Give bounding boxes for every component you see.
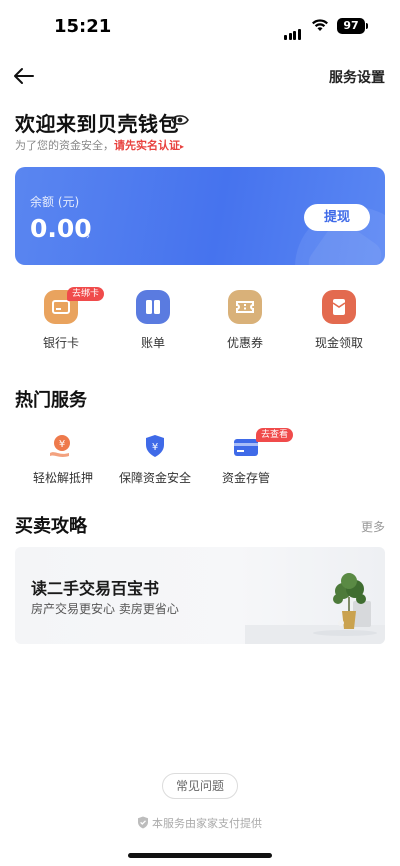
hot-item-label: 资金存管 [222, 471, 271, 485]
potted-plant-illustration [245, 573, 385, 644]
banner-title: 读二手交易百宝书 [31, 579, 160, 598]
banner-subtitle: 房产交易更安心 卖房更省心 [31, 602, 179, 616]
nav-bar: 服务设置 [0, 56, 400, 96]
service-settings-link[interactable]: 服务设置 [329, 67, 385, 87]
bind-card-badge: 去绑卡 [67, 287, 105, 301]
status-time: 15:21 [54, 16, 112, 37]
yuan-shield-icon: ¥ [141, 432, 169, 460]
home-indicator[interactable] [128, 853, 272, 858]
status-bar: 15:21 97 [0, 0, 400, 52]
hot-item-label: 轻松解抵押 [33, 471, 94, 485]
page-title: 欢迎来到贝壳钱包 [15, 112, 179, 136]
battery-indicator: 97 [337, 18, 365, 34]
guide-title: 买卖攻略 [15, 516, 87, 537]
back-arrow-icon[interactable] [12, 64, 36, 88]
battery-tip [366, 23, 368, 29]
quick-item-bill[interactable]: 账单 [113, 290, 193, 351]
balance-value[interactable]: 0.00 [30, 214, 92, 243]
balance-chevron-icon[interactable]: › [86, 231, 90, 242]
quick-item-label: 优惠券 [226, 336, 263, 350]
verify-link[interactable]: 请先实名认证 [114, 139, 180, 152]
bill-icon [136, 290, 170, 324]
svg-text:¥: ¥ [152, 442, 158, 453]
hot-services-title: 热门服务 [15, 390, 87, 411]
verify-link-arrow-icon: ▸ [180, 142, 185, 151]
cellular-signal-icon [284, 21, 302, 40]
hot-item-release-mortgage[interactable]: ¥ 轻松解抵押 [33, 432, 94, 486]
coupon-icon [228, 290, 262, 324]
svg-text:¥: ¥ [59, 439, 65, 450]
shield-check-icon [138, 816, 148, 829]
red-envelope-icon [322, 290, 356, 324]
hot-item-fund-custody[interactable]: 去查看 资金存管 [222, 428, 294, 486]
verify-hint: 为了您的资金安全，请先实名认证▸ [15, 137, 184, 153]
hot-item-label: 保障资金安全 [119, 471, 192, 485]
yuan-hand-icon: ¥ [47, 432, 75, 460]
guide-banner[interactable]: 读二手交易百宝书 房产交易更安心 卖房更省心 [15, 547, 385, 644]
balance-card: 余额 (元) 0.00 › 提现 [15, 167, 385, 265]
faq-button[interactable]: 常见问题 [162, 773, 238, 799]
hot-services: ¥ 轻松解抵押 ¥ 保障资金安全 去查看 资金存管 [0, 428, 400, 492]
quick-item-coupon[interactable]: 优惠券 [205, 290, 285, 351]
quick-item-label: 银行卡 [42, 336, 79, 350]
hot-item-fund-safety[interactable]: ¥ 保障资金安全 [119, 432, 191, 486]
verify-hint-text: 为了您的资金安全， [15, 139, 114, 152]
quick-item-cash[interactable]: 现金领取 [299, 290, 379, 351]
more-link[interactable]: 更多 [361, 518, 385, 535]
withdraw-button[interactable]: 提现 [304, 204, 370, 231]
eye-icon[interactable] [171, 113, 189, 127]
quick-item-bank-card[interactable]: 去绑卡 银行卡 [21, 287, 105, 351]
quick-item-label: 现金领取 [314, 336, 363, 350]
quick-item-label: 账单 [140, 336, 165, 350]
balance-label: 余额 (元) [30, 195, 80, 209]
view-badge: 去查看 [256, 428, 294, 442]
provider-note: 本服务由家家支付提供 [152, 817, 262, 830]
wifi-icon [312, 19, 328, 31]
quick-actions: 去绑卡 银行卡 账单 优惠券 现金领取 [0, 287, 400, 360]
